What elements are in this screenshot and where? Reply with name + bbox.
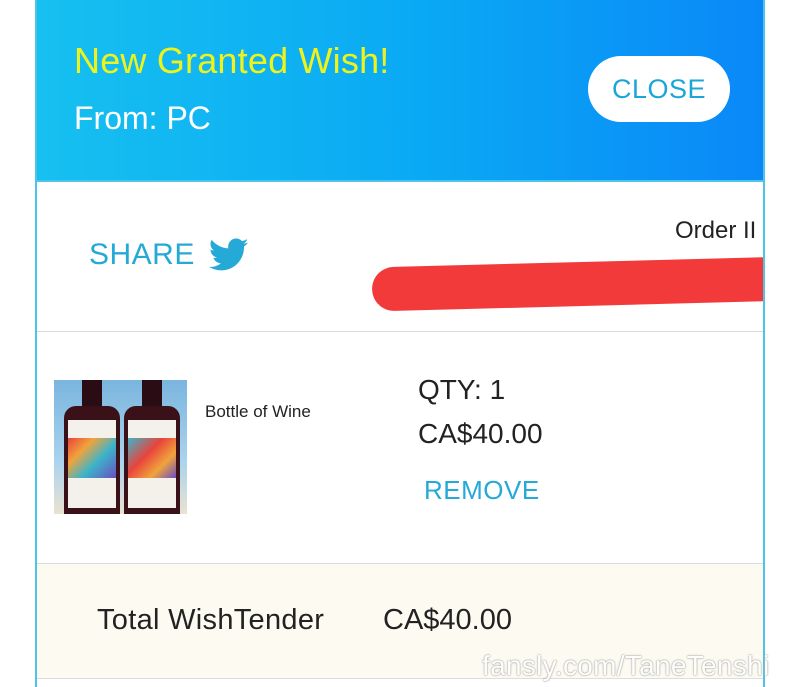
share-button[interactable]: SHARE [89,238,249,272]
remove-button[interactable]: REMOVE [424,475,540,506]
close-button[interactable]: CLOSE [588,56,730,122]
share-row: SHARE Order II [37,180,763,332]
twitter-icon[interactable] [208,238,249,272]
bottle-graphic [124,380,180,514]
wish-modal: New Granted Wish! From: PC CLOSE SHARE O… [35,0,765,687]
modal-title: New Granted Wish! [74,40,390,81]
total-label: Total WishTender [97,604,325,636]
item-name: Bottle of Wine [205,402,311,421]
wine-bottle-image [54,380,187,514]
item-price: CA$40.00 [418,418,543,449]
wish-item-row: Bottle of Wine QTY: 1 CA$40.00 REMOVE [37,332,763,564]
item-quantity: QTY: 1 [418,374,506,405]
from-label: From: PC [74,100,211,136]
redaction-mark [371,256,763,312]
order-id-label: Order II [675,217,757,244]
share-label: SHARE [89,238,195,271]
watermark-text: fansly.com/TaneTenshi [482,650,770,681]
modal-header: New Granted Wish! From: PC CLOSE [37,0,763,180]
bottle-graphic [64,380,120,514]
total-value: CA$40.00 [383,604,512,636]
